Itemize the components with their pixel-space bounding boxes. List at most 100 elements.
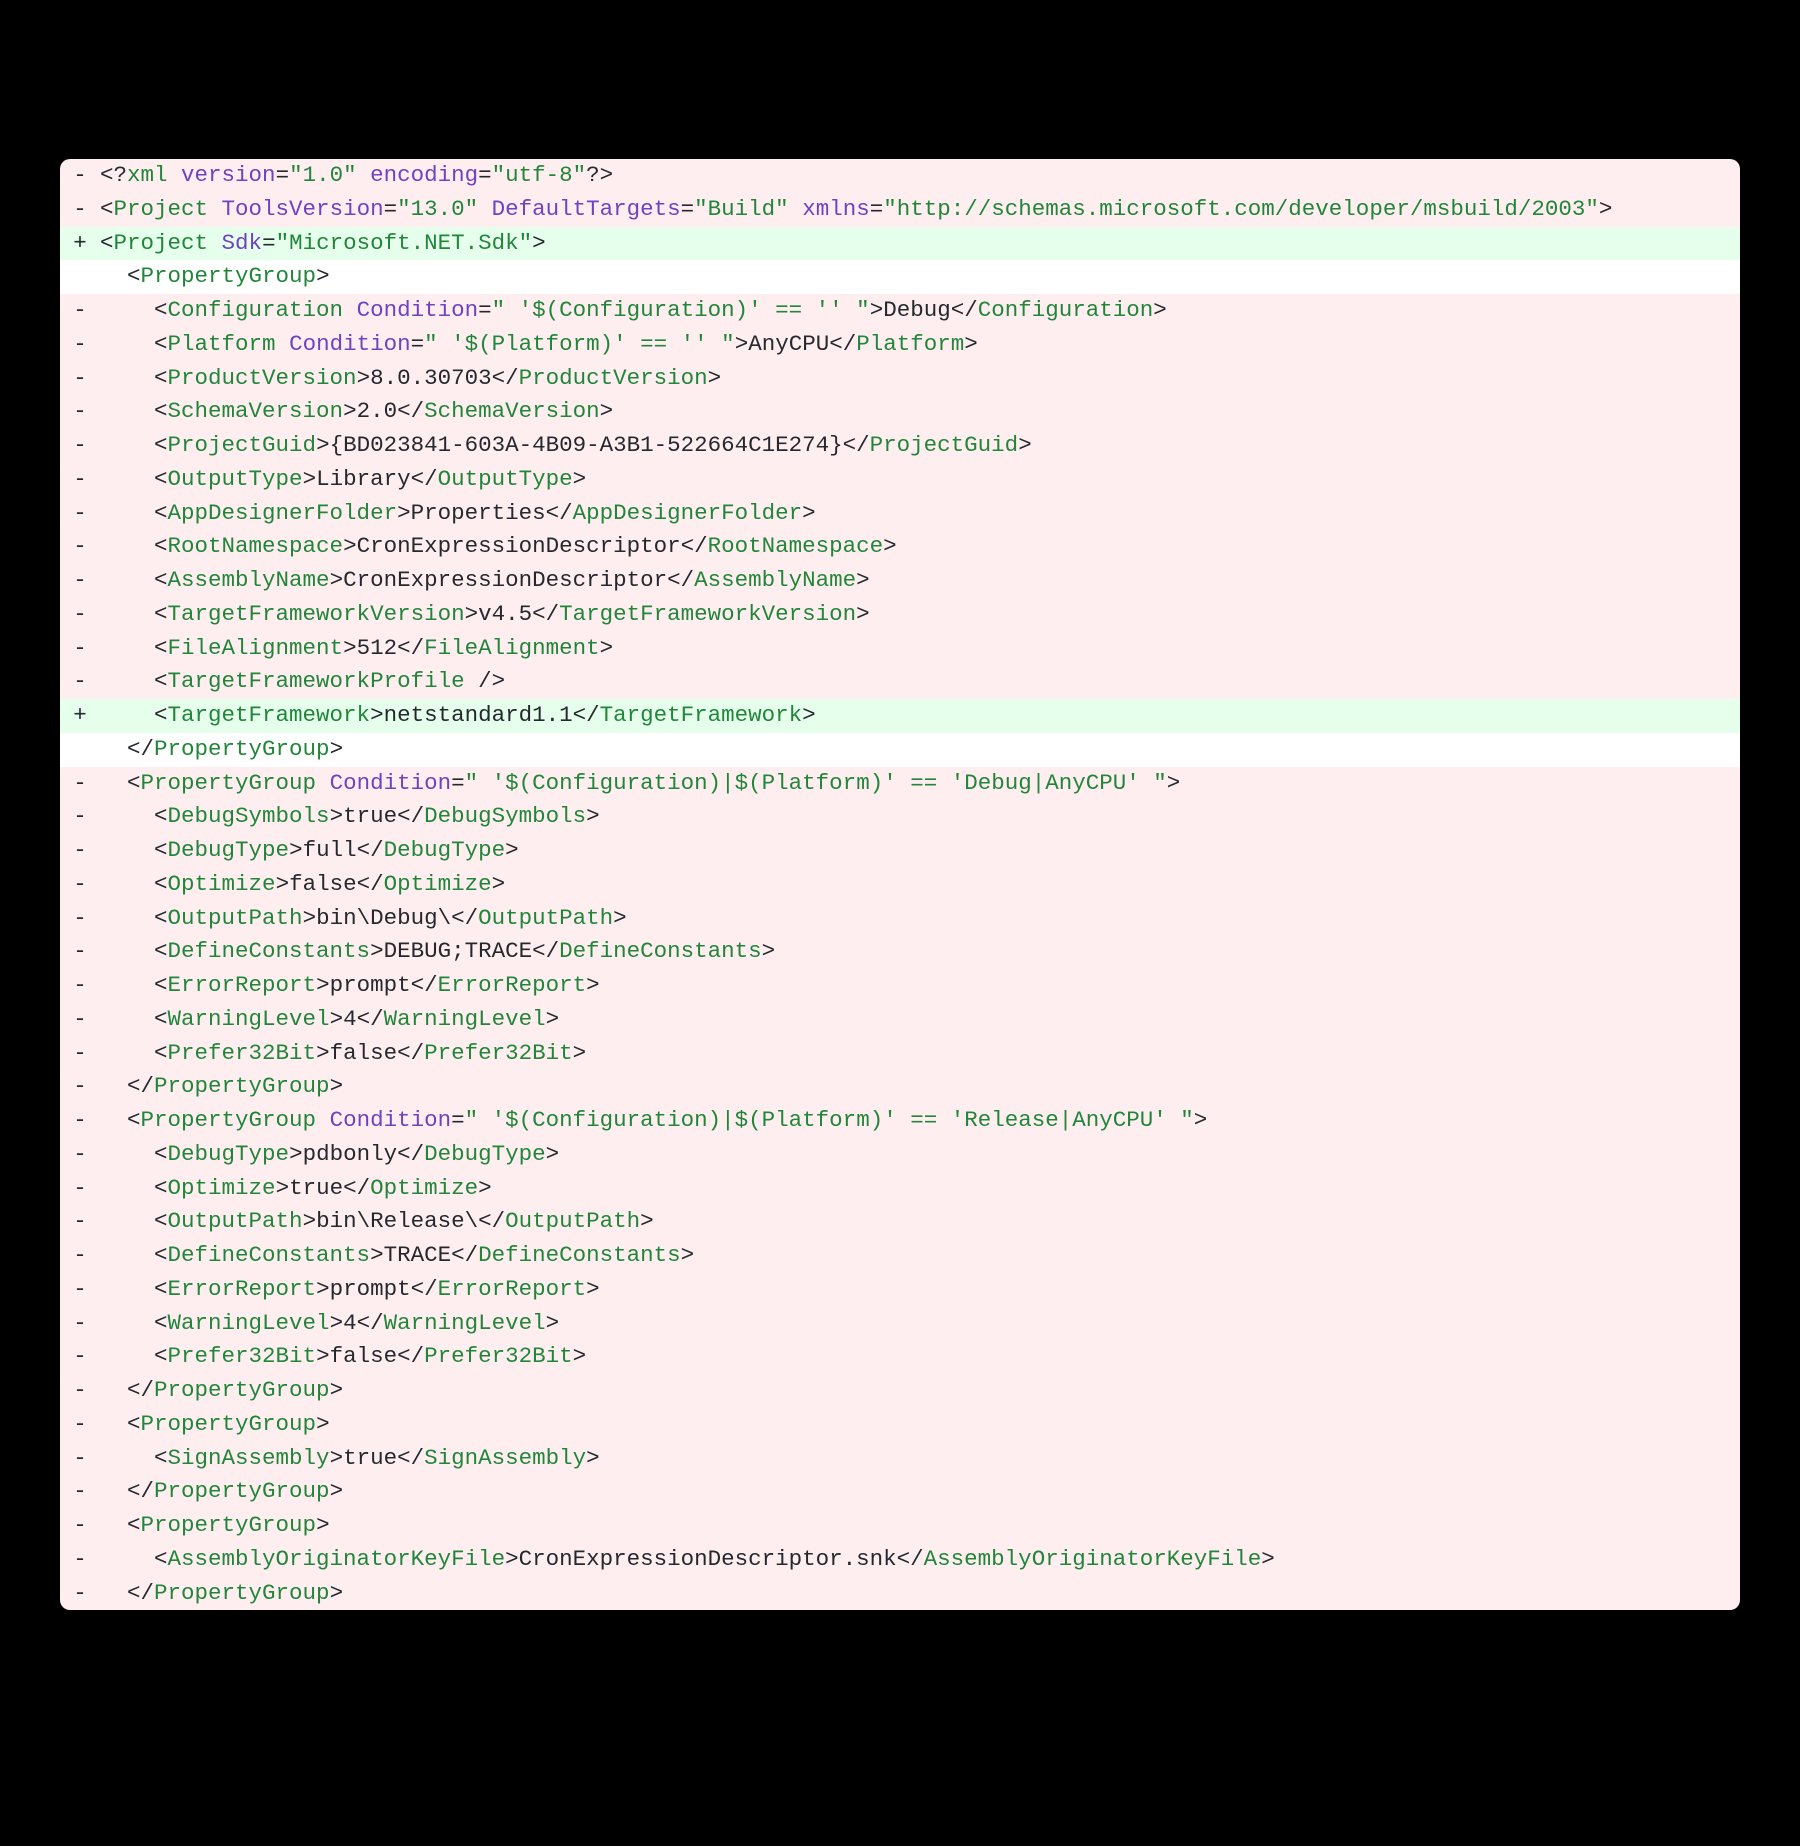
xml-tag: PropertyGroup — [141, 263, 317, 289]
diff-line[interactable]: - <ErrorReport>prompt</ErrorReport> — [60, 969, 1740, 1003]
diff-line[interactable]: - </PropertyGroup> — [60, 1577, 1740, 1611]
diff-line[interactable]: + <TargetFramework>netstandard1.1</Targe… — [60, 699, 1740, 733]
diff-view[interactable]: -<?xml version="1.0" encoding="utf-8"?>-… — [60, 159, 1740, 1610]
xml-text: >bin\Release\</ — [303, 1208, 506, 1234]
diff-line[interactable]: - <SignAssembly>true</SignAssembly> — [60, 1442, 1740, 1476]
diff-gutter: - — [60, 800, 100, 834]
xml-text: < — [127, 1512, 141, 1538]
xml-tag: Configuration — [168, 297, 344, 323]
diff-line[interactable]: - <PropertyGroup> — [60, 1408, 1740, 1442]
diff-line[interactable]: -<?xml version="1.0" encoding="utf-8"?> — [60, 159, 1740, 193]
xml-tag: ProjectGuid — [168, 432, 317, 458]
diff-line[interactable]: - <Configuration Condition=" '$(Configur… — [60, 294, 1740, 328]
indent — [100, 533, 154, 559]
diff-line[interactable]: - <RootNamespace>CronExpressionDescripto… — [60, 530, 1740, 564]
diff-line[interactable]: - <OutputPath>bin\Release\</OutputPath> — [60, 1205, 1740, 1239]
xml-text: >full</ — [289, 837, 384, 863]
xml-tag: PropertyGroup — [154, 736, 330, 762]
indent — [100, 567, 154, 593]
xml-tag: SignAssembly — [424, 1445, 586, 1471]
diff-gutter: - — [60, 1070, 100, 1104]
diff-line[interactable]: - <ErrorReport>prompt</ErrorReport> — [60, 1273, 1740, 1307]
diff-line[interactable]: - <AssemblyName>CronExpressionDescriptor… — [60, 564, 1740, 598]
diff-code: <FileAlignment>512</FileAlignment> — [100, 632, 1740, 666]
xml-text: > — [640, 1208, 654, 1234]
diff-line[interactable]: - <Platform Condition=" '$(Platform)' ==… — [60, 328, 1740, 362]
xml-attr: encoding — [370, 162, 478, 188]
xml-text: > — [802, 702, 816, 728]
xml-attr: Sdk — [222, 230, 263, 256]
xml-text: >512</ — [343, 635, 424, 661]
xml-text: </ — [127, 1377, 154, 1403]
diff-line[interactable]: </PropertyGroup> — [60, 733, 1740, 767]
xml-tag: Platform — [168, 331, 276, 357]
indent — [100, 331, 154, 357]
xml-text: < — [154, 1546, 168, 1572]
diff-line[interactable]: - <FileAlignment>512</FileAlignment> — [60, 632, 1740, 666]
xml-text: > — [708, 365, 722, 391]
xml-text: >bin\Debug\</ — [303, 905, 479, 931]
diff-line[interactable]: - <AssemblyOriginatorKeyFile>CronExpress… — [60, 1543, 1740, 1577]
xml-tag: DebugSymbols — [424, 803, 586, 829]
diff-line[interactable]: - <OutputPath>bin\Debug\</OutputPath> — [60, 902, 1740, 936]
diff-gutter: - — [60, 1475, 100, 1509]
indent — [100, 365, 154, 391]
indent — [100, 1546, 154, 1572]
diff-line[interactable]: - <AppDesignerFolder>Properties</AppDesi… — [60, 497, 1740, 531]
xml-tag: DefineConstants — [559, 938, 762, 964]
xml-tag: Project — [114, 196, 209, 222]
diff-line[interactable]: - <DefineConstants>DEBUG;TRACE</DefineCo… — [60, 935, 1740, 969]
diff-line[interactable]: - <WarningLevel>4</WarningLevel> — [60, 1307, 1740, 1341]
diff-line[interactable]: - <OutputType>Library</OutputType> — [60, 463, 1740, 497]
diff-line[interactable]: - <TargetFrameworkProfile /> — [60, 665, 1740, 699]
xml-text: >netstandard1.1</ — [370, 702, 600, 728]
xml-text: >CronExpressionDescriptor.snk</ — [505, 1546, 924, 1572]
diff-code: <Optimize>true</Optimize> — [100, 1172, 1740, 1206]
xml-tag: FileAlignment — [424, 635, 600, 661]
indent — [100, 736, 127, 762]
diff-line[interactable]: - <PropertyGroup> — [60, 1509, 1740, 1543]
xml-tag: OutputType — [438, 466, 573, 492]
diff-line[interactable]: - </PropertyGroup> — [60, 1070, 1740, 1104]
diff-line[interactable]: - <Optimize>true</Optimize> — [60, 1172, 1740, 1206]
diff-code: <AssemblyName>CronExpressionDescriptor</… — [100, 564, 1740, 598]
diff-line[interactable]: - <Prefer32Bit>false</Prefer32Bit> — [60, 1340, 1740, 1374]
diff-line[interactable]: - <DebugSymbols>true</DebugSymbols> — [60, 800, 1740, 834]
diff-line[interactable]: - <ProjectGuid>{BD023841-603A-4B09-A3B1-… — [60, 429, 1740, 463]
diff-line[interactable]: - <SchemaVersion>2.0</SchemaVersion> — [60, 395, 1740, 429]
diff-line[interactable]: - <DebugType>pdbonly</DebugType> — [60, 1138, 1740, 1172]
diff-line[interactable]: -<Project ToolsVersion="13.0" DefaultTar… — [60, 193, 1740, 227]
diff-line[interactable]: - <DefineConstants>TRACE</DefineConstant… — [60, 1239, 1740, 1273]
xml-text: < — [154, 398, 168, 424]
xml-text: > — [586, 803, 600, 829]
diff-code: <RootNamespace>CronExpressionDescriptor<… — [100, 530, 1740, 564]
xml-text: >TRACE</ — [370, 1242, 478, 1268]
diff-code: <Configuration Condition=" '$(Configurat… — [100, 294, 1740, 328]
diff-gutter: - — [60, 159, 100, 193]
diff-line[interactable]: - <PropertyGroup Condition=" '$(Configur… — [60, 1104, 1740, 1138]
diff-line[interactable]: - <ProductVersion>8.0.30703</ProductVers… — [60, 362, 1740, 396]
diff-line[interactable]: - <Prefer32Bit>false</Prefer32Bit> — [60, 1037, 1740, 1071]
diff-gutter: - — [60, 598, 100, 632]
xml-tag: WarningLevel — [384, 1006, 546, 1032]
diff-line[interactable]: +<Project Sdk="Microsoft.NET.Sdk"> — [60, 227, 1740, 261]
diff-code: <Platform Condition=" '$(Platform)' == '… — [100, 328, 1740, 362]
diff-line[interactable]: - <TargetFrameworkVersion>v4.5</TargetFr… — [60, 598, 1740, 632]
xml-text: = — [411, 331, 425, 357]
diff-line[interactable]: - <DebugType>full</DebugType> — [60, 834, 1740, 868]
diff-line[interactable]: - <PropertyGroup Condition=" '$(Configur… — [60, 767, 1740, 801]
xml-text: < — [154, 500, 168, 526]
xml-tag: " '$(Configuration)' == '' " — [492, 297, 870, 323]
diff-line[interactable]: - <WarningLevel>4</WarningLevel> — [60, 1003, 1740, 1037]
xml-text: = — [478, 297, 492, 323]
indent — [100, 1580, 127, 1606]
diff-code: <Project Sdk="Microsoft.NET.Sdk"> — [100, 227, 1740, 261]
diff-code: <DebugSymbols>true</DebugSymbols> — [100, 800, 1740, 834]
indent — [100, 1411, 127, 1437]
diff-line[interactable]: - <Optimize>false</Optimize> — [60, 868, 1740, 902]
diff-line[interactable]: - </PropertyGroup> — [60, 1475, 1740, 1509]
diff-code: <ProjectGuid>{BD023841-603A-4B09-A3B1-52… — [100, 429, 1740, 463]
xml-text: >true</ — [330, 1445, 425, 1471]
diff-line[interactable]: - </PropertyGroup> — [60, 1374, 1740, 1408]
diff-line[interactable]: <PropertyGroup> — [60, 260, 1740, 294]
